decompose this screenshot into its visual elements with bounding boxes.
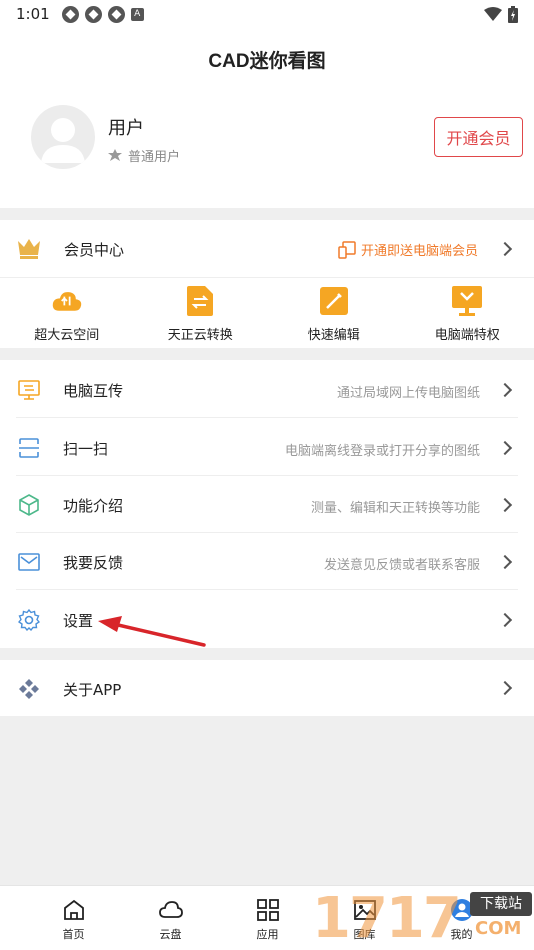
devices-icon bbox=[338, 240, 356, 259]
member-feature-grid: 超大云空间 天正云转换 快速编辑 电脑端特权 bbox=[0, 278, 534, 348]
menu-label: 我要反馈 bbox=[63, 554, 124, 572]
crown-icon bbox=[18, 239, 40, 259]
nav-item-mine[interactable]: 我的 bbox=[413, 886, 510, 950]
member-level-icon bbox=[108, 149, 122, 161]
menu-item-scan[interactable]: 扫一扫 电脑端离线登录或打开分享的图纸 bbox=[0, 419, 534, 476]
profile-card: 用户 普通用户 开通会员 bbox=[0, 90, 534, 208]
nav-label: 应用 bbox=[256, 928, 279, 941]
edit-pen-icon bbox=[319, 286, 349, 316]
divider bbox=[16, 417, 518, 418]
chevron-right-icon bbox=[497, 241, 513, 257]
nav-item-home[interactable]: 首页 bbox=[25, 886, 122, 950]
monitor-transfer-icon bbox=[18, 380, 40, 400]
nav-label: 我的 bbox=[450, 928, 473, 941]
feature-label: 天正云转换 bbox=[167, 328, 233, 343]
member-promo[interactable]: 开通即送电脑端会员 bbox=[338, 240, 478, 259]
nav-label: 首页 bbox=[62, 928, 85, 941]
page-title: CAD迷你看图 bbox=[208, 50, 326, 72]
image-icon bbox=[353, 900, 376, 920]
notification-app-icon bbox=[61, 5, 79, 23]
chevron-right-icon bbox=[497, 680, 513, 696]
menu-label: 关于APP bbox=[63, 681, 122, 699]
scan-icon bbox=[19, 438, 39, 458]
status-bar: 1:01 A bbox=[0, 0, 534, 28]
chevron-right-icon bbox=[497, 497, 513, 513]
user-level: 普通用户 bbox=[128, 150, 181, 165]
menu-desc: 电脑端离线登录或打开分享的图纸 bbox=[284, 444, 480, 459]
chevron-right-icon bbox=[497, 554, 513, 570]
notification-app-icon bbox=[84, 5, 102, 23]
menu-label: 电脑互传 bbox=[63, 382, 124, 400]
feature-label: 快速编辑 bbox=[307, 328, 360, 343]
wifi-icon bbox=[484, 7, 502, 21]
computer-icon bbox=[452, 286, 483, 316]
member-center-card: 会员中心 开通即送电脑端会员 超大云空间 天正云转换 快速编辑 电脑端特权 bbox=[0, 220, 534, 348]
settings-menu: 电脑互传 通过局域网上传电脑图纸 扫一扫 电脑端离线登录或打开分享的图纸 功能介… bbox=[0, 360, 534, 648]
feature-label: 超大云空间 bbox=[34, 328, 100, 343]
nav-item-gallery[interactable]: 图库 bbox=[316, 886, 413, 950]
menu-item-features[interactable]: 功能介绍 测量、编辑和天正转换等功能 bbox=[0, 476, 534, 533]
notification-app-icon bbox=[107, 5, 125, 23]
default-avatar-icon bbox=[41, 118, 85, 163]
feature-quick-edit[interactable]: 快速编辑 bbox=[267, 278, 401, 348]
cube-icon bbox=[19, 494, 39, 516]
nav-item-cloud[interactable]: 云盘 bbox=[122, 886, 219, 950]
chevron-right-icon bbox=[497, 612, 513, 628]
feature-tz-convert[interactable]: 天正云转换 bbox=[134, 278, 268, 348]
cloud-icon bbox=[52, 286, 82, 316]
home-icon bbox=[63, 899, 84, 920]
menu-desc: 发送意见反馈或者联系客服 bbox=[323, 558, 480, 573]
menu-item-about[interactable]: 关于APP bbox=[0, 660, 534, 716]
nav-label: 图库 bbox=[353, 928, 376, 941]
bottom-nav: 首页 云盘 应用 图库 我的 bbox=[0, 885, 534, 950]
feature-label: 电脑端特权 bbox=[434, 328, 500, 343]
red-arrow-annotation bbox=[98, 616, 206, 647]
open-vip-button[interactable]: 开通会员 bbox=[434, 117, 523, 157]
chevron-right-icon bbox=[497, 440, 513, 456]
menu-label: 功能介绍 bbox=[63, 497, 124, 515]
convert-doc-icon bbox=[185, 286, 215, 316]
feature-cloud-space[interactable]: 超大云空间 bbox=[0, 278, 134, 348]
member-promo-text: 开通即送电脑端会员 bbox=[360, 244, 478, 259]
chevron-right-icon bbox=[497, 382, 513, 398]
feature-pc-privilege[interactable]: 电脑端特权 bbox=[401, 278, 534, 348]
menu-item-feedback[interactable]: 我要反馈 发送意见反馈或者联系客服 bbox=[0, 533, 534, 590]
status-time: 1:01 bbox=[16, 5, 50, 23]
user-level-row: 普通用户 bbox=[108, 146, 180, 165]
menu-desc: 通过局域网上传电脑图纸 bbox=[336, 386, 480, 401]
divider bbox=[16, 589, 518, 590]
status-system-icons bbox=[484, 5, 518, 23]
diamond-icon bbox=[19, 679, 39, 699]
grid-icon bbox=[256, 899, 279, 921]
user-name: 用户 bbox=[108, 118, 144, 139]
menu-label: 扫一扫 bbox=[63, 440, 109, 458]
menu-item-pc-transfer[interactable]: 电脑互传 通过局域网上传电脑图纸 bbox=[0, 361, 534, 418]
status-notification-icons: A bbox=[61, 5, 144, 23]
battery-icon bbox=[508, 5, 518, 23]
menu-desc: 测量、编辑和天正转换等功能 bbox=[310, 501, 480, 516]
menu-item-settings[interactable]: 设置 bbox=[0, 591, 534, 648]
gear-icon bbox=[18, 609, 40, 631]
member-center-row[interactable]: 会员中心 开通即送电脑端会员 bbox=[0, 220, 534, 278]
app-header: CAD迷你看图 bbox=[0, 28, 534, 90]
mail-icon bbox=[18, 553, 40, 571]
nav-label: 云盘 bbox=[159, 928, 182, 941]
nav-item-apps[interactable]: 应用 bbox=[219, 886, 316, 950]
notification-a-icon: A bbox=[130, 7, 144, 21]
cloud-outline-icon bbox=[158, 901, 183, 918]
avatar[interactable] bbox=[31, 105, 95, 169]
user-icon bbox=[450, 899, 473, 921]
member-center-title: 会员中心 bbox=[64, 241, 125, 259]
menu-label: 设置 bbox=[63, 612, 94, 630]
